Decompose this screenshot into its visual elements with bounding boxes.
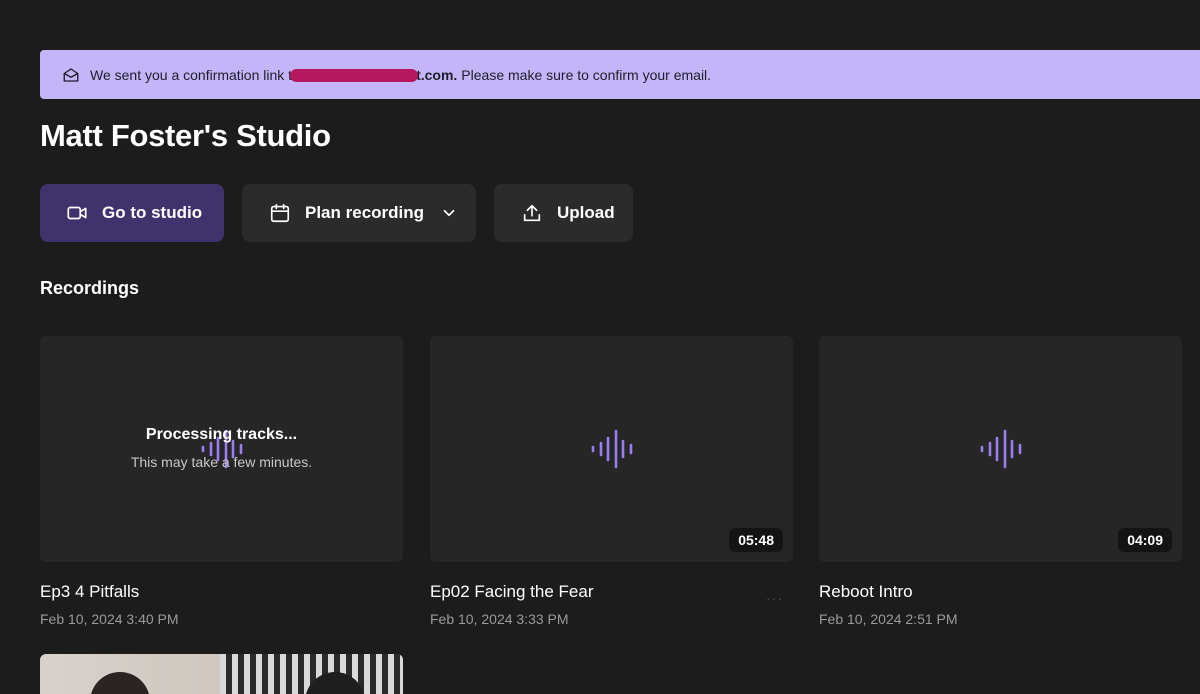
page-title: Matt Foster's Studio <box>40 118 331 153</box>
email-confirmation-banner: We sent you a confirmation link t t.com.… <box>40 50 1200 99</box>
audio-waveform-icon <box>591 429 632 469</box>
recording-date: Feb 10, 2024 2:51 PM <box>819 611 958 627</box>
go-to-studio-button[interactable]: Go to studio <box>40 184 224 242</box>
calendar-icon <box>269 202 291 224</box>
recording-card[interactable]: 05:48 Ep02 Facing the Fear Feb 10, 2024 … <box>430 336 793 627</box>
recordings-heading: Recordings <box>40 278 140 298</box>
processing-subtitle: This may take a few minutes. <box>130 454 313 470</box>
mail-icon <box>62 66 80 84</box>
upload-label: Upload <box>557 203 615 222</box>
recording-date: Feb 10, 2024 3:33 PM <box>430 611 569 627</box>
duration-badge: 04:09 <box>1118 528 1172 552</box>
duration-badge: 05:48 <box>729 528 783 552</box>
redacted-email <box>290 69 419 82</box>
processing-title: Processing tracks... <box>145 426 298 443</box>
video-camera-icon <box>66 202 88 224</box>
recording-date: Feb 10, 2024 3:40 PM <box>40 611 179 627</box>
more-options-icon[interactable]: ··· <box>766 590 783 606</box>
banner-text-after: Please make sure to confirm your email. <box>461 66 712 83</box>
processing-overlay: Processing tracks... This may take a few… <box>40 426 403 470</box>
banner-text-before: We sent you a confirmation link t <box>90 66 293 83</box>
recording-card[interactable]: 04:09 Reboot Intro Feb 10, 2024 2:51 PM <box>819 336 1182 627</box>
recording-thumbnail[interactable]: 05:48 <box>430 336 793 562</box>
recording-title[interactable]: Ep02 Facing the Fear <box>430 582 793 602</box>
upload-button[interactable]: Upload <box>494 184 633 242</box>
recording-thumbnail[interactable]: 04:09 <box>819 336 1182 562</box>
banner-email-suffix: t.com. <box>416 66 458 83</box>
recording-thumbnail[interactable]: Processing tracks... This may take a few… <box>40 336 403 562</box>
chevron-down-icon[interactable] <box>440 204 458 222</box>
recording-card[interactable]: Processing tracks... This may take a few… <box>40 336 403 627</box>
thumbnail-person <box>90 672 150 694</box>
recording-title[interactable]: Ep3 4 Pitfalls <box>40 582 403 602</box>
go-to-studio-label: Go to studio <box>102 203 203 222</box>
plan-recording-button[interactable]: Plan recording <box>242 184 476 242</box>
recording-thumbnail-partial[interactable] <box>40 654 403 694</box>
plan-recording-label: Plan recording <box>305 203 425 222</box>
recording-title[interactable]: Reboot Intro <box>819 582 1182 602</box>
upload-icon <box>521 202 543 224</box>
audio-waveform-icon <box>980 429 1021 469</box>
